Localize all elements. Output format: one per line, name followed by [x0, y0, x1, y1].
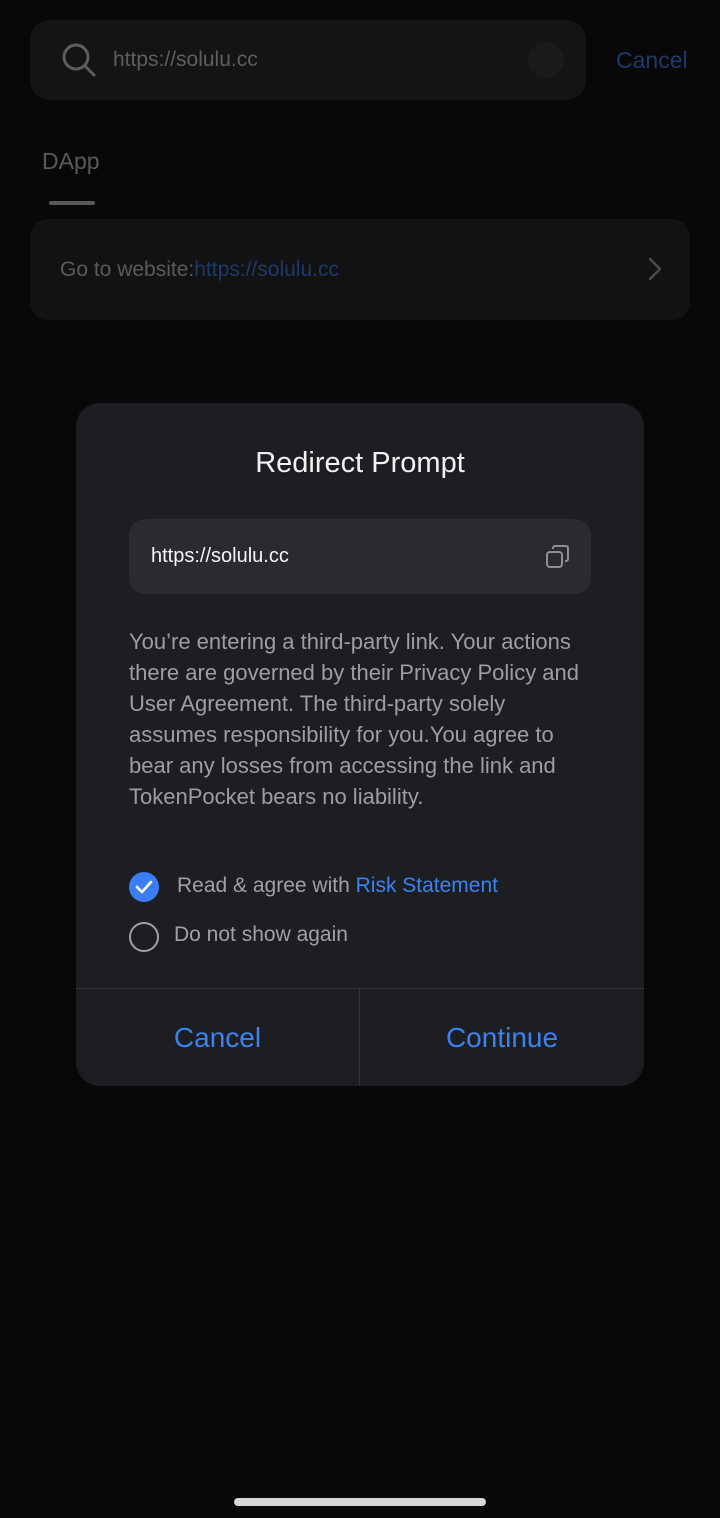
search-input[interactable]: https://solulu.cc — [113, 20, 258, 100]
disclaimer-text: You’re entering a third-party link. Your… — [129, 629, 580, 809]
agree-checkbox[interactable] — [129, 872, 159, 902]
do-not-show-label: Do not show again — [174, 923, 348, 946]
chevron-right-icon — [648, 257, 662, 281]
agree-label: Read & agree with Risk Statement — [177, 874, 498, 897]
cancel-button[interactable]: Cancel — [76, 989, 359, 1086]
continue-button[interactable]: Continue — [360, 989, 644, 1086]
clear-icon[interactable] — [528, 42, 564, 78]
goto-website-label: Go to website: — [60, 258, 195, 281]
search-icon — [62, 43, 96, 77]
copy-icon[interactable] — [545, 544, 571, 570]
home-indicator[interactable] — [234, 1498, 486, 1506]
goto-website-url[interactable]: https://solulu.cc — [194, 258, 339, 281]
search-bar[interactable]: https://solulu.cc — [30, 20, 586, 100]
url-display: https://solulu.cc — [129, 519, 591, 594]
risk-statement-link[interactable]: Risk Statement — [356, 874, 498, 897]
tab-indicator — [49, 201, 95, 205]
url-text: https://solulu.cc — [151, 545, 289, 567]
do-not-show-checkbox[interactable] — [129, 922, 159, 952]
check-icon — [135, 880, 153, 894]
search-cancel-button[interactable]: Cancel — [616, 20, 688, 100]
tab-dapp[interactable]: DApp — [42, 148, 100, 175]
goto-website-item[interactable]: Go to website:https://solulu.cc — [30, 219, 690, 320]
dialog-title: Redirect Prompt — [255, 447, 465, 479]
